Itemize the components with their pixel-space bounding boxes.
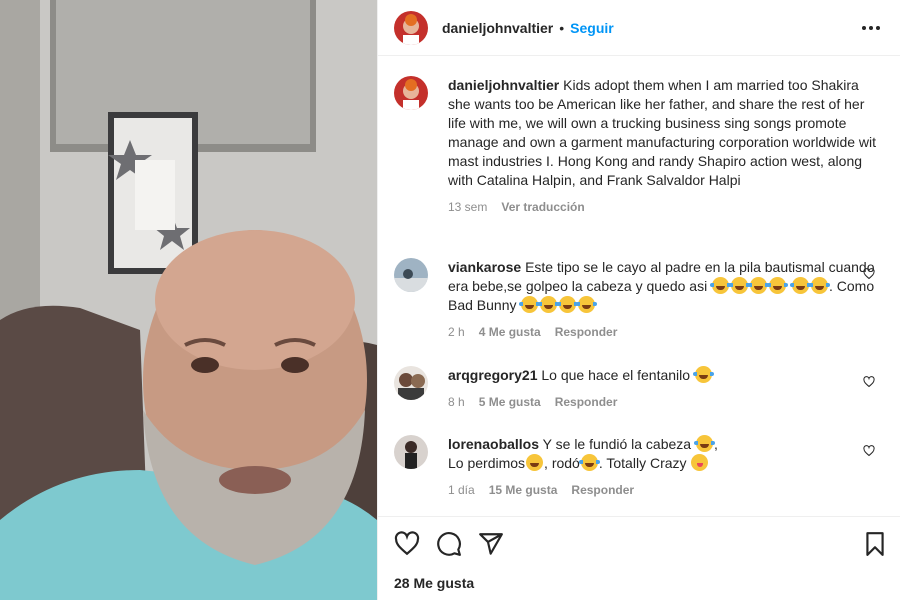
selfie-photo	[0, 0, 377, 600]
comment-likes[interactable]: 5 Me gusta	[479, 393, 541, 412]
tears-of-joy-emoji	[808, 277, 830, 294]
comment-item: arqgregory21 Lo que hace el fentanilo 8 …	[394, 366, 889, 412]
like-comment-heart-icon[interactable]	[863, 376, 875, 388]
comment-text: Y se le fundió la cabeza	[542, 436, 692, 452]
caption-time[interactable]: 13 sem	[448, 198, 487, 217]
commenter-avatar[interactable]	[394, 366, 428, 400]
like-comment-heart-icon[interactable]	[863, 445, 875, 457]
commenter-username[interactable]: viankarose	[448, 259, 521, 275]
more-options-icon[interactable]	[859, 16, 883, 40]
translate-link[interactable]: Ver traducción	[501, 198, 584, 217]
tears-of-joy-emoji	[576, 296, 598, 313]
tears-of-joy-emoji	[692, 366, 714, 383]
comment-text-continued: Lo perdimos	[448, 455, 526, 471]
reply-button[interactable]: Responder	[555, 323, 618, 342]
share-paper-plane-icon[interactable]	[478, 531, 504, 557]
tears-of-joy-emoji	[519, 296, 541, 313]
post-image[interactable]	[0, 0, 377, 600]
rolling-laughing-emoji	[578, 454, 600, 471]
zany-face-emoji	[691, 454, 709, 471]
tears-of-joy-emoji	[557, 296, 579, 313]
comment-text-continued: , rodó	[544, 455, 580, 471]
tears-of-joy-emoji	[789, 277, 811, 294]
save-bookmark-icon[interactable]	[862, 531, 888, 557]
comment-bubble-icon[interactable]	[436, 531, 462, 557]
comment-item: lorenaoballos Y se le fundió la cabeza ,…	[394, 435, 889, 500]
author-avatar[interactable]	[394, 10, 428, 45]
reply-button[interactable]: Responder	[555, 393, 618, 412]
separator-dot: •	[559, 19, 565, 36]
tears-of-joy-emoji	[693, 435, 715, 452]
comment-item: viankarose Este tipo se le cayo al padre…	[394, 258, 889, 342]
author-username[interactable]: danieljohnvaltier	[442, 20, 553, 36]
comment-time[interactable]: 2 h	[448, 323, 465, 342]
like-comment-heart-icon[interactable]	[863, 268, 875, 280]
tears-of-joy-emoji	[729, 277, 751, 294]
comment-text: Lo que hace el fentanilo	[541, 367, 691, 383]
post-actions-bar: 28 Me gusta	[378, 516, 900, 600]
post-caption: danieljohnvaltier Kids adopt them when I…	[394, 76, 889, 217]
comment-likes[interactable]: 15 Me gusta	[489, 481, 558, 500]
commenter-avatar[interactable]	[394, 435, 428, 469]
post-side-panel: danieljohnvaltier • Seguir danieljohnval…	[377, 0, 900, 600]
commenter-username[interactable]: arqgregory21	[448, 367, 537, 383]
comment-time[interactable]: 1 día	[448, 481, 475, 500]
comment-time[interactable]: 8 h	[448, 393, 465, 412]
like-heart-icon[interactable]	[394, 531, 420, 557]
tears-of-joy-emoji	[538, 296, 560, 313]
comment-text-continued: . Totally Crazy	[598, 455, 687, 471]
instagram-post: danieljohnvaltier • Seguir danieljohnval…	[0, 0, 900, 600]
post-like-count[interactable]: 28 Me gusta	[394, 575, 474, 591]
tears-of-joy-emoji	[748, 277, 770, 294]
caption-text: Kids adopt them when I am married too Sh…	[448, 77, 877, 188]
post-header: danieljohnvaltier • Seguir	[378, 0, 900, 56]
caption-avatar[interactable]	[394, 76, 428, 110]
caption-username[interactable]: danieljohnvaltier	[448, 77, 559, 93]
reply-button[interactable]: Responder	[571, 481, 634, 500]
tears-of-joy-emoji	[710, 277, 732, 294]
commenter-username[interactable]: lorenaoballos	[448, 436, 539, 452]
tears-of-joy-emoji	[767, 277, 789, 294]
grinning-sweat-emoji	[526, 454, 544, 471]
comment-likes[interactable]: 4 Me gusta	[479, 323, 541, 342]
commenter-avatar[interactable]	[394, 258, 428, 292]
follow-button[interactable]: Seguir	[570, 20, 614, 36]
